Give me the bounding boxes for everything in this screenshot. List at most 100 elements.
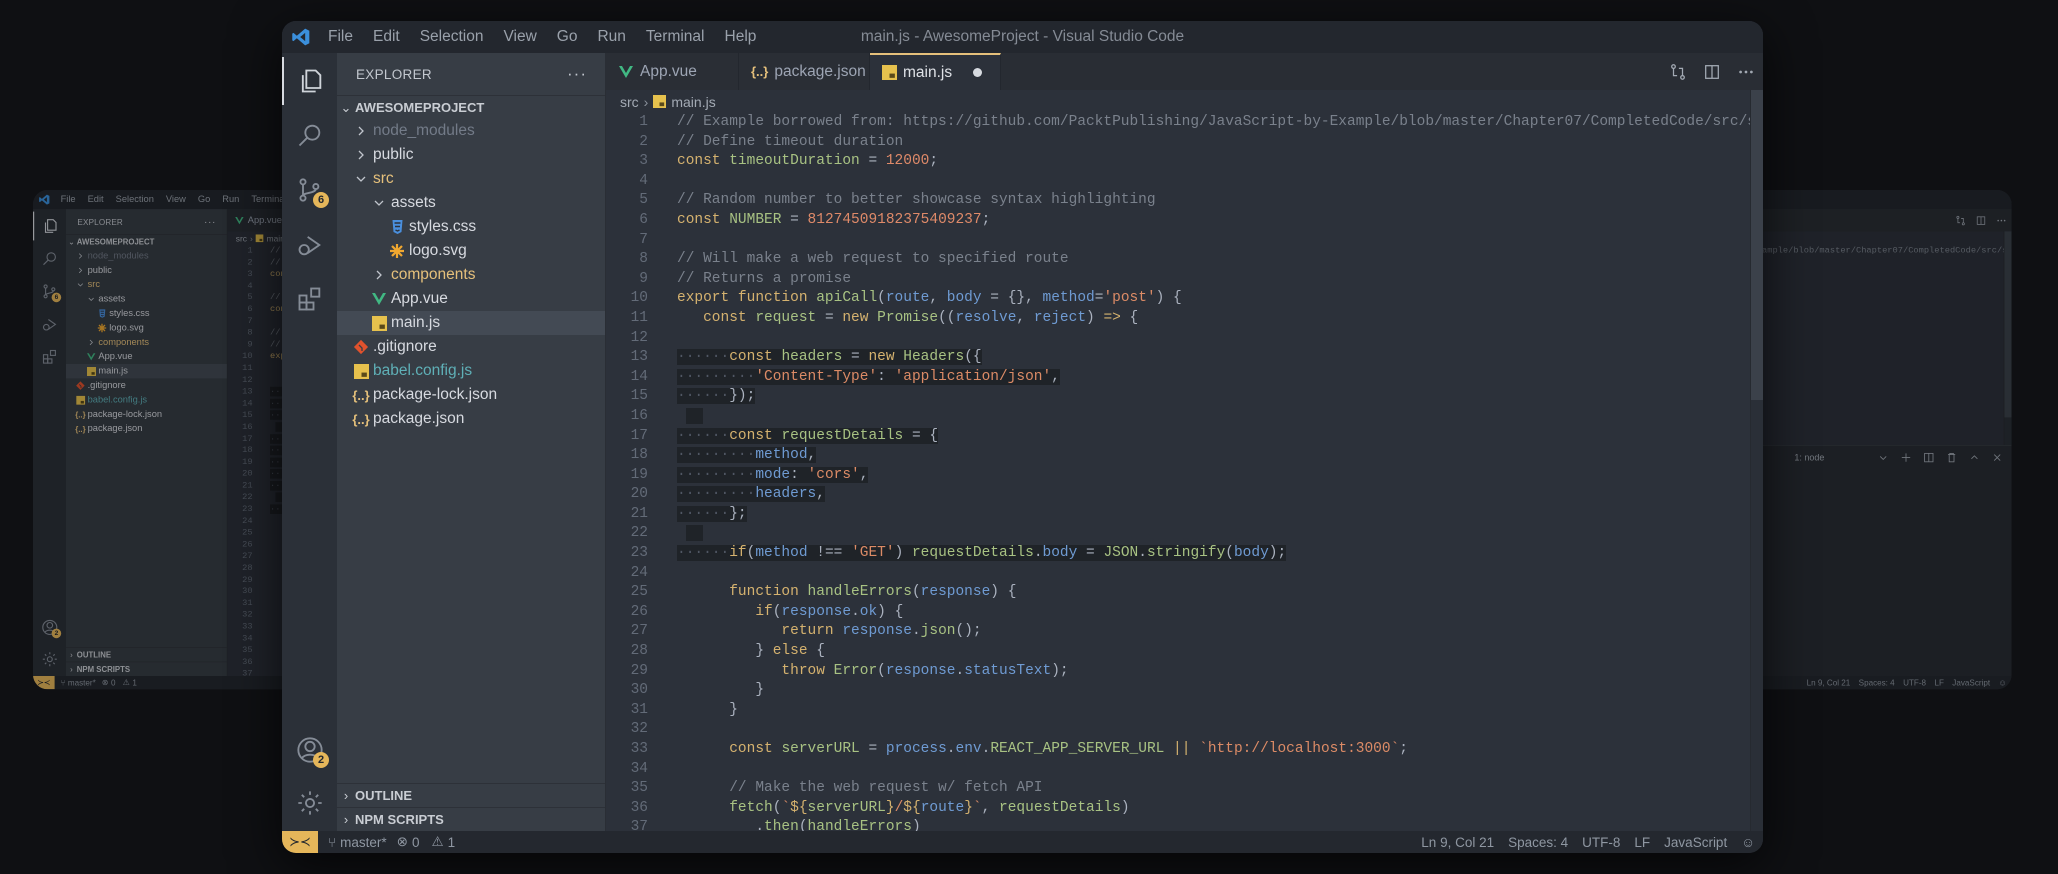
menu-edit[interactable]: Edit [88, 194, 104, 205]
tree-item-node-modules[interactable]: node_modules [337, 119, 605, 143]
npm-scripts-section[interactable]: ›NPM SCRIPTS [337, 807, 605, 831]
tree-item-src[interactable]: src [66, 278, 227, 292]
indentation[interactable]: Spaces: 4 [1859, 678, 1895, 687]
code-line[interactable]: 28 } else { [606, 642, 1750, 662]
tree-item-src[interactable]: src [337, 167, 605, 191]
menu-file[interactable]: File [61, 194, 76, 205]
unsaved-dot-icon[interactable] [973, 68, 982, 77]
problems-indicator[interactable]: ⊗0 ⚠1 [102, 678, 137, 688]
menu-run[interactable]: Run [222, 194, 239, 205]
menu-go[interactable]: Go [198, 194, 210, 205]
close-icon[interactable] [1991, 452, 2003, 464]
language-mode[interactable]: JavaScript [1664, 835, 1727, 850]
code-editor[interactable]: 1 // Example borrowed from: https://githu… [606, 113, 1763, 831]
code-line[interactable]: 30 } [606, 681, 1750, 701]
split-editor-button[interactable] [1971, 215, 1991, 226]
tree-item-node-modules[interactable]: node_modules [66, 249, 227, 263]
code-line[interactable]: 15 ······}); [606, 387, 1750, 407]
outline-section[interactable]: › OUTLINE [337, 783, 605, 807]
tree-item-package-json[interactable]: {..}package.json [66, 422, 227, 436]
project-section-header[interactable]: ⌄ AWESOMEPROJECT [66, 234, 227, 248]
code-line[interactable]: 19 ·········mode: 'cors', [606, 466, 1750, 486]
code-line[interactable]: 11 const request = new Promise((resolve,… [606, 309, 1750, 329]
settings-button[interactable] [33, 645, 66, 674]
tree-item-components[interactable]: components [66, 335, 227, 349]
tree-item-styles-css[interactable]: styles.css [337, 215, 605, 239]
tree-item-app-vue[interactable]: App.vue [66, 350, 227, 364]
code-line[interactable]: 5 // Random number to better showcase syn… [606, 191, 1750, 211]
tree-item-public[interactable]: public [337, 143, 605, 167]
tree-item-components[interactable]: components [337, 263, 605, 287]
vertical-scrollbar[interactable] [1750, 90, 1763, 831]
code-line[interactable]: 22 [606, 524, 1750, 544]
code-line[interactable]: 24 [606, 564, 1750, 584]
tree-item-package-json[interactable]: {..}package.json [337, 407, 605, 431]
source-control-button[interactable]: 6 [33, 277, 66, 306]
code-line[interactable]: 27 return response.json(); [606, 622, 1750, 642]
tree-item-babel-config-js[interactable]: babel.config.js [66, 393, 227, 407]
code-line[interactable]: 36 fetch(`${serverURL}/${route}`, reques… [606, 799, 1750, 819]
scrollbar-thumb[interactable] [1751, 90, 1763, 400]
tab-main-js[interactable]: main.js [870, 53, 1001, 90]
code-line[interactable]: 20 ·········headers, [606, 485, 1750, 505]
tree-item-gitignore[interactable]: .gitignore [66, 378, 227, 392]
menu-view[interactable]: View [503, 28, 536, 46]
tree-item-logo-svg[interactable]: logo.svg [66, 321, 227, 335]
code-line[interactable]: 6 const NUMBER = 81274509182375409237; [606, 211, 1750, 231]
code-line[interactable]: 16 [606, 407, 1750, 427]
extensions-button[interactable] [282, 275, 337, 323]
code-line[interactable]: 29 throw Error(response.statusText); [606, 662, 1750, 682]
breadcrumb-folder[interactable]: src [236, 234, 247, 244]
branch-indicator[interactable]: ⑂master* [61, 678, 96, 687]
tab-app-vue[interactable]: App.vue [606, 53, 739, 90]
run-debug-button[interactable] [33, 310, 66, 339]
remote-button[interactable]: ≻≺ [33, 676, 55, 690]
code-line[interactable]: 34 [606, 760, 1750, 780]
code-line[interactable]: 18 ·········method, [606, 446, 1750, 466]
code-line[interactable]: 23······if(method !== 'GET') requestDeta… [606, 544, 1750, 564]
tree-item-babel-config-js[interactable]: babel.config.js [337, 359, 605, 383]
split-editor-button[interactable] [1695, 63, 1729, 81]
code-line[interactable]: 9 // Returns a promise [606, 270, 1750, 290]
code-line[interactable]: 37 .then(handleErrors) [606, 818, 1750, 831]
problems-indicator[interactable]: ⊗0 ⚠1 [397, 834, 455, 850]
menu-help[interactable]: Help [725, 28, 757, 46]
code-line[interactable]: 14 ·········'Content-Type': 'application/… [606, 368, 1750, 388]
tree-item-assets[interactable]: assets [337, 191, 605, 215]
tree-item-app-vue[interactable]: App.vue [337, 287, 605, 311]
encoding[interactable]: UTF-8 [1903, 678, 1926, 687]
open-changes-button[interactable] [1950, 215, 1970, 226]
encoding[interactable]: UTF-8 [1582, 835, 1620, 850]
line-ending[interactable]: LF [1634, 835, 1650, 850]
menu-terminal[interactable]: Terminal [646, 28, 705, 46]
language-mode[interactable]: JavaScript [1952, 678, 1990, 687]
extensions-button[interactable] [33, 342, 66, 371]
feedback-smiley-icon[interactable]: ☺ [1741, 835, 1755, 850]
menu-edit[interactable]: Edit [373, 28, 400, 46]
open-changes-button[interactable] [1661, 63, 1695, 81]
tree-item-gitignore[interactable]: .gitignore [337, 335, 605, 359]
tree-item-main-js[interactable]: main.js [337, 311, 605, 335]
code-line[interactable]: 26 if(response.ok) { [606, 603, 1750, 623]
terminal-select[interactable]: 1: node [1794, 453, 1824, 463]
more-actions-icon[interactable]: ··· [567, 64, 587, 84]
code-line[interactable]: 2 // Define timeout duration [606, 133, 1750, 153]
npm-scripts-section[interactable]: ›NPM SCRIPTS [66, 661, 227, 676]
code-line[interactable]: 33 const serverURL = process.env.REACT_A… [606, 740, 1750, 760]
trash-icon[interactable] [1946, 452, 1958, 464]
search-button[interactable] [282, 111, 337, 159]
code-line[interactable]: 12 [606, 329, 1750, 349]
plus-icon[interactable] [1900, 452, 1912, 464]
chevron-up-icon[interactable] [1968, 452, 1980, 464]
settings-button[interactable] [282, 779, 337, 827]
menu-go[interactable]: Go [557, 28, 578, 46]
indentation[interactable]: Spaces: 4 [1508, 835, 1568, 850]
chevron-down-icon[interactable] [1877, 452, 1889, 464]
run-debug-button[interactable] [282, 221, 337, 269]
tab-package-json[interactable]: {..} package.json [739, 53, 870, 90]
feedback-smiley-icon[interactable]: ☺ [1999, 678, 2007, 687]
breadcrumb-folder[interactable]: src [620, 94, 639, 110]
code-line[interactable]: 10 export function apiCall(route, body = … [606, 289, 1750, 309]
accounts-button[interactable]: 2 [282, 726, 337, 774]
explorer-button[interactable] [33, 211, 66, 241]
